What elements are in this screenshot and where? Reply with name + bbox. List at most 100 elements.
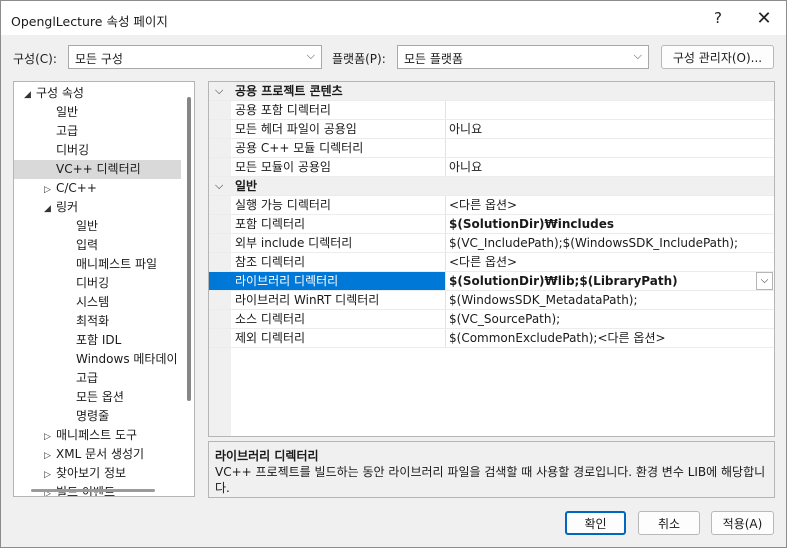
property-name: 소스 디렉터리 — [209, 310, 446, 328]
property-value[interactable]: $(SolutionDir)₩lib;$(LibraryPath) — [449, 272, 769, 290]
property-name: 포함 디렉터리 — [209, 215, 446, 233]
expanded-icon[interactable]: ◢ — [24, 86, 36, 105]
property-row[interactable]: 라이브러리 디렉터리 $(SolutionDir)₩lib;$(LibraryPa… — [209, 272, 774, 291]
property-value[interactable]: $(WindowsSDK_MetadataPath); — [449, 291, 769, 309]
property-value[interactable]: 아니요 — [449, 120, 769, 138]
tree-item[interactable]: 최적화 — [64, 312, 109, 331]
property-value[interactable]: $(CommonExcludePath);<다른 옵션> — [449, 329, 769, 347]
property-name: 모든 헤더 파일이 공용임 — [209, 120, 446, 138]
tree-item[interactable]: ▷ XML 문서 생성기 — [44, 445, 144, 464]
property-row[interactable]: 공용 C++ 모듈 디렉터리 — [209, 139, 774, 158]
tree-item-label: 일반 — [76, 219, 99, 233]
chevron-down-icon[interactable]: ⌵ — [215, 177, 223, 195]
tree-item-label: 명령줄 — [76, 409, 110, 423]
category-label: 공용 프로젝트 콘텐츠 — [235, 84, 343, 98]
property-tree: ◢ 구성 속성 일반 고급 디버깅 VC++ 디렉터리 ▷ C/C++ ◢ 링커 일반 입력 매니페스트… — [13, 81, 195, 497]
config-manager-button[interactable]: 구성 관리자(O)... — [661, 45, 774, 69]
tree-item[interactable]: ◢ 구성 속성 — [24, 84, 84, 103]
tree-item-label: 고급 — [56, 124, 79, 138]
tree-item[interactable]: 고급 — [64, 369, 98, 388]
tree-item[interactable]: 모든 옵션 — [64, 388, 124, 407]
tree-item-label: 최적화 — [76, 314, 110, 328]
tree-vertical-scrollbar[interactable] — [187, 97, 191, 401]
property-row[interactable]: 포함 디렉터리 $(SolutionDir)₩includes — [209, 215, 774, 234]
tree-item[interactable]: Windows 메타데이 — [64, 350, 178, 369]
tree-item[interactable]: ▷ 매니페스트 도구 — [44, 426, 137, 445]
property-grid: ⌵ 공용 프로젝트 콘텐츠 공용 포함 디렉터리 모든 헤더 파일이 공용임 아니요 공용… — [208, 81, 775, 437]
property-value[interactable]: 아니요 — [449, 158, 769, 176]
tree-item[interactable]: 시스템 — [64, 293, 109, 312]
tree-item-label: C/C++ — [56, 181, 97, 195]
grid-category[interactable]: ⌵ 일반 — [209, 177, 774, 196]
property-name: 공용 포함 디렉터리 — [209, 101, 446, 119]
tree-item[interactable]: 고급 — [44, 122, 78, 141]
property-value[interactable]: <다른 옵션> — [449, 196, 769, 214]
property-value[interactable]: $(VC_SourcePath); — [449, 310, 769, 328]
property-name: 참조 디렉터리 — [209, 253, 446, 271]
property-row[interactable]: 라이브러리 WinRT 디렉터리 $(WindowsSDK_MetadataPat… — [209, 291, 774, 310]
tree-item[interactable]: 입력 — [64, 236, 98, 255]
description-text: VC++ 프로젝트를 빌드하는 동안 라이브러리 파일을 검색할 때 사용할 경… — [215, 465, 766, 495]
property-row[interactable]: 모든 모듈이 공용임 아니요 — [209, 158, 774, 177]
property-value[interactable]: $(VC_IncludePath);$(WindowsSDK_IncludePa… — [449, 234, 769, 252]
tree-item[interactable]: ▷ 찾아보기 정보 — [44, 464, 126, 483]
ok-button[interactable]: 확인 — [565, 511, 626, 535]
tree-item[interactable]: VC++ 디렉터리 — [14, 160, 181, 179]
tree-item-label: XML 문서 생성기 — [56, 447, 145, 461]
help-icon[interactable]: ? — [698, 4, 738, 32]
property-row[interactable]: 실행 가능 디렉터리 <다른 옵션> — [209, 196, 774, 215]
tree-item-label: 구성 속성 — [36, 86, 84, 100]
tree-item[interactable]: 명령줄 — [64, 407, 109, 426]
property-row[interactable]: 모든 헤더 파일이 공용임 아니요 — [209, 120, 774, 139]
property-name: 외부 include 디렉터리 — [209, 234, 446, 252]
tree-item-label: 링커 — [56, 200, 79, 214]
description-title: 라이브러리 디렉터리 — [215, 449, 319, 463]
tree-horizontal-scrollbar[interactable] — [31, 489, 155, 492]
tree-item-label: 매니페스트 파일 — [76, 257, 158, 271]
tree-item[interactable]: 디버깅 — [44, 141, 89, 160]
property-row[interactable]: 소스 디렉터리 $(VC_SourcePath); — [209, 310, 774, 329]
property-row[interactable]: 참조 디렉터리 <다른 옵션> — [209, 253, 774, 272]
tree-item-label: VC++ 디렉터리 — [56, 162, 141, 176]
property-name: 공용 C++ 모듈 디렉터리 — [209, 139, 446, 157]
property-name: 제외 디렉터리 — [209, 329, 446, 347]
tree-item-label: 디버깅 — [76, 276, 110, 290]
tree-item-label: 일반 — [56, 105, 79, 119]
title-bar: OpenglLecture 속성 페이지 ? ✕ — [1, 1, 786, 35]
cancel-button[interactable]: 취소 — [638, 511, 700, 535]
config-label: 구성(C): — [13, 52, 57, 66]
platform-dropdown[interactable]: 모든 플랫폼 ⌵ — [397, 45, 649, 69]
tree-item[interactable]: 디버깅 — [64, 274, 109, 293]
apply-button[interactable]: 적용(A) — [711, 511, 774, 535]
property-value[interactable]: <다른 옵션> — [449, 253, 769, 271]
category-label: 일반 — [235, 179, 258, 193]
tree-item[interactable]: 매니페스트 파일 — [64, 255, 157, 274]
tree-item[interactable]: 포함 IDL — [64, 331, 121, 350]
window-title: OpenglLecture 속성 페이지 — [11, 14, 168, 29]
property-row[interactable]: 공용 포함 디렉터리 — [209, 101, 774, 120]
tree-item[interactable]: 일반 — [64, 217, 98, 236]
property-row[interactable]: 외부 include 디렉터리 $(VC_IncludePath);$(Windo… — [209, 234, 774, 253]
tree-item[interactable]: 일반 — [44, 103, 78, 122]
property-row[interactable]: 제외 디렉터리 $(CommonExcludePath);<다른 옵션> — [209, 329, 774, 348]
dropdown-arrow-icon[interactable]: ⌵ — [756, 272, 773, 290]
property-name: 라이브러리 디렉터리 — [209, 272, 446, 290]
property-name: 라이브러리 WinRT 디렉터리 — [209, 291, 446, 309]
tree-item-label: 모든 옵션 — [76, 390, 124, 404]
tree-item-label: 입력 — [76, 238, 99, 252]
close-icon[interactable]: ✕ — [744, 4, 784, 32]
tree-item[interactable]: ◢ 링커 — [44, 198, 78, 217]
tree-item[interactable]: ▷ C/C++ — [44, 179, 97, 198]
tree-item-label: 매니페스트 도구 — [56, 428, 138, 442]
expanded-icon[interactable]: ◢ — [44, 200, 56, 219]
chevron-down-icon[interactable]: ⌵ — [215, 82, 223, 100]
tree-item-label: 시스템 — [76, 295, 110, 309]
description-panel: 라이브러리 디렉터리 VC++ 프로젝트를 빌드하는 동안 라이브러리 파일을 … — [208, 441, 775, 498]
config-dropdown[interactable]: 모든 구성 ⌵ — [68, 45, 322, 69]
config-toolbar: 구성(C): 모든 구성 ⌵ 플랫폼(P): 모든 플랫폼 ⌵ 구성 관리자(O… — [1, 41, 786, 71]
property-value[interactable]: $(SolutionDir)₩includes — [449, 215, 769, 233]
grid-category[interactable]: ⌵ 공용 프로젝트 콘텐츠 — [209, 82, 774, 101]
tree-item-label: 디버깅 — [56, 143, 90, 157]
property-name: 모든 모듈이 공용임 — [209, 158, 446, 176]
tree-item-label: 찾아보기 정보 — [56, 466, 127, 480]
